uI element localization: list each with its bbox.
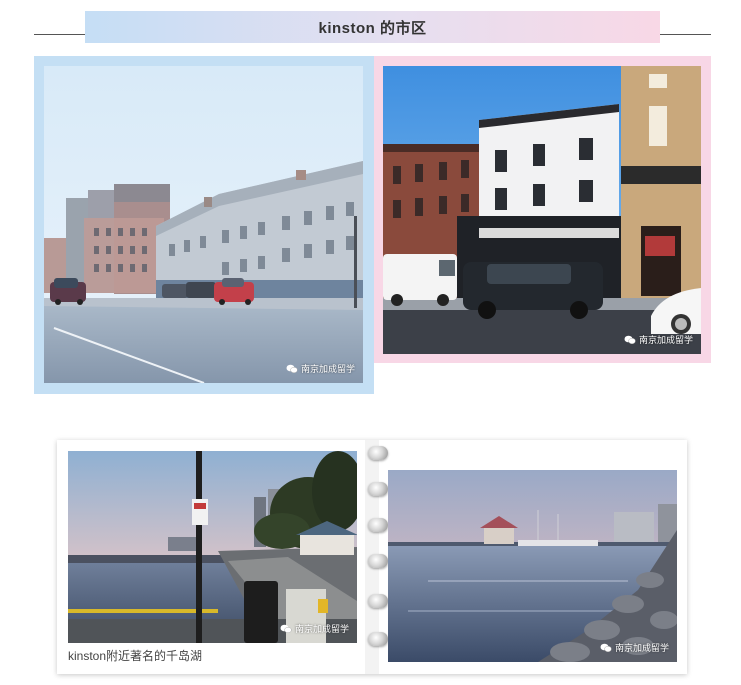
binder-ring-icon <box>368 446 388 460</box>
watermark: 南京加成留学 <box>286 362 355 375</box>
section-title: kinston 的市区 <box>318 19 427 37</box>
header-rule-right <box>659 34 711 35</box>
lake-caption: kinston附近著名的千岛湖 <box>68 649 203 663</box>
wechat-icon <box>286 364 298 373</box>
watermark-text: 南京加成留学 <box>300 364 355 374</box>
street-photo-1: 南京加成留学 <box>44 66 363 383</box>
watermark: 南京加成留学 <box>624 333 693 346</box>
street-photo-2: 南京加成留学 <box>383 66 701 354</box>
watermark: 南京加成留学 <box>280 622 349 635</box>
lake-scene-illustration <box>388 470 677 662</box>
wechat-icon <box>600 643 612 652</box>
binder-ring-icon <box>368 482 388 496</box>
street-scene-illustration <box>44 66 363 383</box>
section-title-banner: kinston 的市区 <box>85 11 660 43</box>
binder-ring-icon <box>368 632 388 646</box>
watermark: 南京加成留学 <box>600 641 669 654</box>
watermark-text: 南京加成留学 <box>294 624 349 634</box>
lake-photo-1: 南京加成留学 <box>68 451 357 643</box>
street-scene-illustration <box>383 66 701 354</box>
wechat-icon <box>280 624 292 633</box>
binder-ring-icon <box>368 518 388 532</box>
wechat-icon <box>624 335 636 344</box>
header-rule-left <box>34 34 86 35</box>
binder-ring-icon <box>368 594 388 608</box>
watermark-text: 南京加成留学 <box>614 643 669 653</box>
lake-scene-illustration <box>68 451 357 643</box>
watermark-text: 南京加成留学 <box>638 335 693 345</box>
binder-ring-icon <box>368 554 388 568</box>
lake-photo-2: 南京加成留学 <box>388 470 677 662</box>
